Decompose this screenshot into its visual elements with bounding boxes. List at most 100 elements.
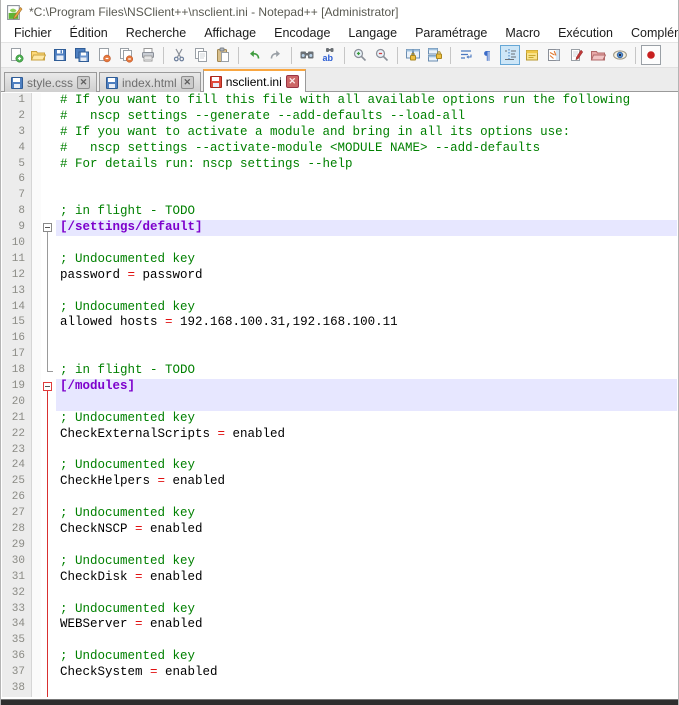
bookmark-margin[interactable] xyxy=(32,140,41,157)
fold-margin[interactable] xyxy=(41,204,56,221)
close-button[interactable] xyxy=(94,45,114,65)
fold-margin[interactable] xyxy=(41,220,56,237)
fold-margin[interactable] xyxy=(41,394,56,411)
bookmark-margin[interactable] xyxy=(32,426,41,443)
bookmark-margin[interactable] xyxy=(32,363,41,380)
bookmark-margin[interactable] xyxy=(32,379,41,395)
bookmark-margin[interactable] xyxy=(32,490,41,507)
close-tab-icon[interactable]: ✕ xyxy=(180,76,194,89)
fold-margin[interactable] xyxy=(41,633,56,650)
record-macro-button[interactable] xyxy=(641,45,661,65)
editor-line[interactable]: 29 xyxy=(2,537,677,554)
bookmark-margin[interactable] xyxy=(32,347,41,364)
fold-margin[interactable] xyxy=(41,363,56,380)
editor-line[interactable]: 18 ; in flight - TODO xyxy=(2,363,677,380)
fold-margin[interactable] xyxy=(41,649,56,666)
editor-line[interactable]: 10 xyxy=(2,236,677,252)
editor-line[interactable]: 4 # nscp settings --activate-module <MODU… xyxy=(2,140,677,157)
bookmark-margin[interactable] xyxy=(32,331,41,348)
editor-line[interactable]: 15 allowed hosts = 192.168.100.31,192.168… xyxy=(2,315,677,332)
redo-button[interactable] xyxy=(266,45,286,65)
undo-button[interactable] xyxy=(244,45,264,65)
menu-macro[interactable]: Macro xyxy=(496,25,549,41)
fold-margin[interactable] xyxy=(41,140,56,157)
editor-line[interactable]: 19 [/modules] xyxy=(2,379,677,395)
fold-margin[interactable] xyxy=(41,490,56,507)
fold-margin[interactable] xyxy=(41,347,56,364)
fold-margin[interactable] xyxy=(41,553,56,570)
menu-parametrage[interactable]: Paramétrage xyxy=(406,25,496,41)
editor-line[interactable]: 21 ; Undocumented key xyxy=(2,410,677,427)
bookmark-margin[interactable] xyxy=(32,633,41,650)
fold-margin[interactable] xyxy=(41,537,56,554)
menu-langage[interactable]: Langage xyxy=(339,25,406,41)
show-all-characters-button[interactable]: ¶ xyxy=(478,45,498,65)
bookmark-margin[interactable] xyxy=(32,458,41,475)
fold-margin[interactable] xyxy=(41,299,56,316)
bookmark-margin[interactable] xyxy=(32,442,41,459)
fold-margin[interactable] xyxy=(41,156,56,173)
fold-collapse-icon[interactable] xyxy=(43,223,52,233)
open-file-button[interactable] xyxy=(28,45,48,65)
menu-edition[interactable]: Édition xyxy=(61,25,117,41)
fold-margin[interactable] xyxy=(41,267,56,284)
print-button[interactable] xyxy=(138,45,158,65)
sync-scroll-vertical-button[interactable] xyxy=(403,45,423,65)
bookmark-margin[interactable] xyxy=(32,649,41,666)
close-tab-icon[interactable]: ✕ xyxy=(285,75,299,88)
fold-margin[interactable] xyxy=(41,585,56,602)
monitoring-button[interactable] xyxy=(610,45,630,65)
document-map-button[interactable] xyxy=(544,45,564,65)
fold-margin[interactable] xyxy=(41,522,56,538)
bookmark-margin[interactable] xyxy=(32,156,41,173)
editor-line[interactable]: 37 CheckSystem = enabled xyxy=(2,665,677,681)
editor-pane[interactable]: 1 # If you want to fill this file with al… xyxy=(2,93,677,699)
fold-margin[interactable] xyxy=(41,188,56,205)
new-file-button[interactable] xyxy=(6,45,26,65)
bookmark-margin[interactable] xyxy=(32,474,41,491)
bookmark-margin[interactable] xyxy=(32,283,41,300)
find-button[interactable] xyxy=(297,45,317,65)
tab-style-css[interactable]: style.css ✕ xyxy=(4,72,98,92)
menu-recherche[interactable]: Recherche xyxy=(117,25,195,41)
bookmark-margin[interactable] xyxy=(32,188,41,205)
fold-margin[interactable] xyxy=(41,442,56,459)
editor-line[interactable]: 35 xyxy=(2,633,677,650)
editor-line[interactable]: 30 ; Undocumented key xyxy=(2,553,677,570)
fold-margin[interactable] xyxy=(41,379,56,395)
editor-line[interactable]: 12 password = password xyxy=(2,267,677,284)
editor-line[interactable]: 38 xyxy=(2,680,677,697)
editor-line[interactable]: 23 xyxy=(2,442,677,459)
menu-fichier[interactable]: Fichier xyxy=(5,25,61,41)
editor-line[interactable]: 17 xyxy=(2,347,677,364)
user-defined-dialog-button[interactable] xyxy=(522,45,542,65)
editor-line[interactable]: 33 ; Undocumented key xyxy=(2,601,677,618)
paste-button[interactable] xyxy=(213,45,233,65)
editor-line[interactable]: 8 ; in flight - TODO xyxy=(2,204,677,221)
bookmark-margin[interactable] xyxy=(32,251,41,268)
fold-margin[interactable] xyxy=(41,617,56,634)
editor-line[interactable]: 32 xyxy=(2,585,677,602)
fold-margin[interactable] xyxy=(41,410,56,427)
copy-button[interactable] xyxy=(191,45,211,65)
editor-line[interactable]: 27 ; Undocumented key xyxy=(2,506,677,523)
zoom-out-button[interactable] xyxy=(372,45,392,65)
editor-line[interactable]: 20 xyxy=(2,394,677,411)
bookmark-margin[interactable] xyxy=(32,93,41,109)
fold-margin[interactable] xyxy=(41,283,56,300)
fold-margin[interactable] xyxy=(41,124,56,141)
tab-nsclient-ini[interactable]: nsclient.ini ✕ xyxy=(202,69,306,92)
fold-margin[interactable] xyxy=(41,108,56,125)
editor-line[interactable]: 7 xyxy=(2,188,677,205)
folder-as-workspace-button[interactable] xyxy=(588,45,608,65)
editor-line[interactable]: 22 CheckExternalScripts = enabled xyxy=(2,426,677,443)
fold-margin[interactable] xyxy=(41,506,56,523)
bookmark-margin[interactable] xyxy=(32,220,41,237)
bookmark-margin[interactable] xyxy=(32,585,41,602)
indent-guide-button[interactable] xyxy=(500,45,520,65)
bookmark-margin[interactable] xyxy=(32,124,41,141)
bookmark-margin[interactable] xyxy=(32,553,41,570)
fold-margin[interactable] xyxy=(41,680,56,697)
fold-margin[interactable] xyxy=(41,458,56,475)
save-all-button[interactable] xyxy=(72,45,92,65)
